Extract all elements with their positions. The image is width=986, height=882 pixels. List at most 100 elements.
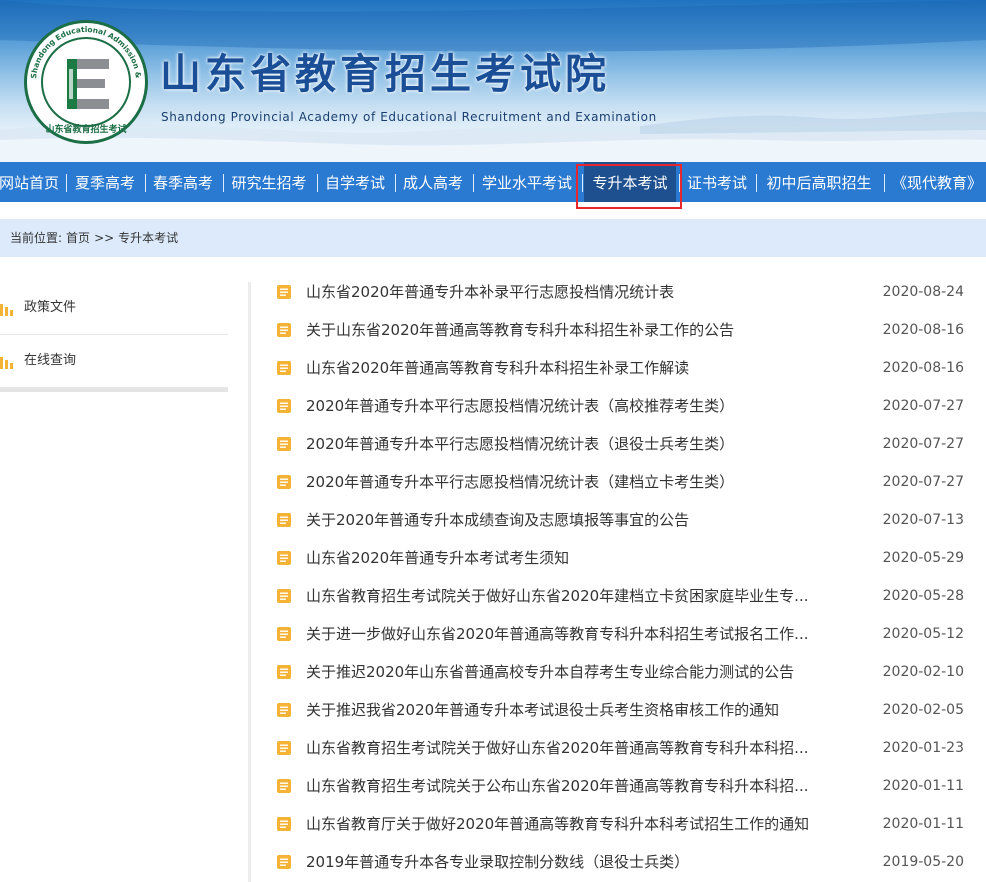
document-icon <box>277 437 291 451</box>
list-item[interactable]: 2019年普通专升本各专业录取控制分数线（退役士兵类） 2019-05-20 <box>276 843 966 881</box>
document-icon <box>277 285 291 299</box>
header-banner: Shandong Educational Admission & Examina… <box>0 0 986 162</box>
sidebar: 政策文件 在线查询 <box>0 282 228 392</box>
svg-text:山东省教育招生考试: 山东省教育招生考试 <box>45 123 126 135</box>
article-date: 2020-05-28 <box>882 588 964 604</box>
list-item[interactable]: 山东省教育招生考试院关于做好山东省2020年普通高等教育专科升本科招... 20… <box>276 729 966 767</box>
document-icon <box>277 361 291 375</box>
list-item[interactable]: 2020年普通专升本平行志愿投档情况统计表（建档立卡考生类） 2020-07-2… <box>276 463 966 501</box>
article-title[interactable]: 关于进一步做好山东省2020年普通高等教育专科升本科招生考试报名工作... <box>306 615 846 653</box>
article-date: 2020-01-11 <box>882 778 964 794</box>
article-date: 2020-02-10 <box>882 664 964 680</box>
list-item[interactable]: 山东省2020年普通专升本考试考生须知 2020-05-29 <box>276 539 966 577</box>
list-item[interactable]: 山东省教育招生考试院关于公布山东省2020年普通高等教育专科升本科招... 20… <box>276 767 966 805</box>
article-title[interactable]: 山东省教育招生考试院关于做好山东省2020年普通高等教育专科升本科招... <box>306 729 846 767</box>
list-item[interactable]: 关于2020年普通专升本成绩查询及志愿填报等事宜的公告 2020-07-13 <box>276 501 966 539</box>
sidebar-item-label: 在线查询 <box>24 353 77 368</box>
nav-graduate-exam[interactable]: 研究生招考 <box>226 162 312 202</box>
nav-separator <box>756 174 757 192</box>
site-title: 山东省教育招生考试院 <box>160 50 610 98</box>
breadcrumb: 当前位置: 首页 >> 专升本考试 <box>10 219 182 257</box>
document-icon <box>277 703 291 717</box>
list-item[interactable]: 关于推迟2020年山东省普通高校专升本自荐考生专业综合能力测试的公告 2020-… <box>276 653 966 691</box>
nav-separator <box>884 174 885 192</box>
list-item[interactable]: 山东省教育厅关于做好2020年普通高等教育专科升本科考试招生工作的通知 2020… <box>276 805 966 843</box>
nav-separator <box>317 174 318 192</box>
bar-chart-icon <box>0 304 13 316</box>
nav-academic-level-exam[interactable]: 学业水平考试 <box>476 162 578 202</box>
article-title[interactable]: 山东省教育厅关于做好2020年普通高等教育专科升本科考试招生工作的通知 <box>306 805 846 843</box>
nav-separator <box>582 174 583 192</box>
document-icon <box>277 589 291 603</box>
list-item[interactable]: 关于推迟我省2020年普通专升本考试退役士兵考生资格审核工作的通知 2020-0… <box>276 691 966 729</box>
svg-text:Shandong Educational Admission: Shandong Educational Admission & Examina… <box>24 20 143 81</box>
main-nav: 网站首页 夏季高考 春季高考 研究生招考 自学考试 成人高考 学业水平考试 专升… <box>0 162 986 202</box>
list-item[interactable]: 山东省2020年普通高等教育专科升本科招生补录工作解读 2020-08-16 <box>276 349 966 387</box>
article-date: 2019-05-20 <box>882 854 964 870</box>
list-item[interactable]: 2020年普通专升本平行志愿投档情况统计表（高校推荐考生类） 2020-07-2… <box>276 387 966 425</box>
article-title[interactable]: 关于推迟我省2020年普通专升本考试退役士兵考生资格审核工作的通知 <box>306 691 846 729</box>
nav-separator <box>679 174 680 192</box>
document-icon <box>277 779 291 793</box>
article-title[interactable]: 关于推迟2020年山东省普通高校专升本自荐考生专业综合能力测试的公告 <box>306 653 846 691</box>
breadcrumb-home-link[interactable]: 首页 <box>66 231 90 245</box>
nav-spring-gaokao[interactable]: 春季高考 <box>148 162 218 202</box>
article-date: 2020-07-27 <box>882 398 964 414</box>
nav-summer-gaokao[interactable]: 夏季高考 <box>70 162 140 202</box>
nav-modern-education[interactable]: 《现代教育》 <box>888 162 986 202</box>
nav-vocational-enrollment[interactable]: 初中后高职招生 <box>759 162 879 202</box>
list-item[interactable]: 2020年普通专升本平行志愿投档情况统计表（退役士兵考生类） 2020-07-2… <box>276 425 966 463</box>
nav-self-study-exam[interactable]: 自学考试 <box>320 162 390 202</box>
sidebar-item-online-query[interactable]: 在线查询 <box>0 335 228 388</box>
article-title[interactable]: 关于山东省2020年普通高等教育专科升本科招生补录工作的公告 <box>306 311 846 349</box>
content-divider <box>248 282 251 882</box>
nav-separator <box>223 174 224 192</box>
article-date: 2020-02-05 <box>882 702 964 718</box>
article-title[interactable]: 山东省教育招生考试院关于做好山东省2020年建档立卡贫困家庭毕业生专... <box>306 577 846 615</box>
document-icon <box>277 817 291 831</box>
document-icon <box>277 475 291 489</box>
document-icon <box>277 627 291 641</box>
list-item[interactable]: 山东省教育招生考试院关于做好山东省2020年建档立卡贫困家庭毕业生专... 20… <box>276 577 966 615</box>
article-date: 2020-01-11 <box>882 816 964 832</box>
article-date: 2020-07-27 <box>882 436 964 452</box>
article-date: 2020-07-27 <box>882 474 964 490</box>
list-item[interactable]: 关于进一步做好山东省2020年普通高等教育专科升本科招生考试报名工作... 20… <box>276 615 966 653</box>
article-date: 2020-08-16 <box>882 360 964 376</box>
document-icon <box>277 399 291 413</box>
article-title[interactable]: 2020年普通专升本平行志愿投档情况统计表（建档立卡考生类） <box>306 463 846 501</box>
sidebar-item-label: 政策文件 <box>24 300 77 315</box>
breadcrumb-bar: 当前位置: 首页 >> 专升本考试 <box>0 219 986 257</box>
nav-certificate-exam[interactable]: 证书考试 <box>682 162 752 202</box>
article-date: 2020-01-23 <box>882 740 964 756</box>
nav-adult-gaokao[interactable]: 成人高考 <box>398 162 468 202</box>
article-title[interactable]: 山东省2020年普通高等教育专科升本科招生补录工作解读 <box>306 349 846 387</box>
breadcrumb-prefix: 当前位置: <box>10 231 63 245</box>
document-icon <box>277 551 291 565</box>
article-date: 2020-08-16 <box>882 322 964 338</box>
document-icon <box>277 513 291 527</box>
article-date: 2020-05-12 <box>882 626 964 642</box>
article-title[interactable]: 山东省2020年普通专升本补录平行志愿投档情况统计表 <box>306 273 846 311</box>
sidebar-item-policy-documents[interactable]: 政策文件 <box>0 282 228 335</box>
nav-separator <box>145 174 146 192</box>
document-icon <box>277 665 291 679</box>
document-icon <box>277 855 291 869</box>
bar-chart-icon <box>0 357 13 369</box>
nav-home[interactable]: 网站首页 <box>0 162 60 202</box>
article-title[interactable]: 山东省2020年普通专升本考试考生须知 <box>306 539 846 577</box>
article-title[interactable]: 关于2020年普通专升本成绩查询及志愿填报等事宜的公告 <box>306 501 846 539</box>
list-item[interactable]: 关于山东省2020年普通高等教育专科升本科招生补录工作的公告 2020-08-1… <box>276 311 966 349</box>
article-list: 山东省2020年普通专升本补录平行志愿投档情况统计表 2020-08-24 关于… <box>276 273 966 881</box>
article-title[interactable]: 2019年普通专升本各专业录取控制分数线（退役士兵类） <box>306 843 846 881</box>
document-icon <box>277 741 291 755</box>
sidebar-bottom-divider <box>0 388 228 392</box>
breadcrumb-current[interactable]: 专升本考试 <box>118 231 178 245</box>
nav-upgrade-exam[interactable]: 专升本考试 <box>584 162 676 202</box>
article-title[interactable]: 2020年普通专升本平行志愿投档情况统计表（高校推荐考生类） <box>306 387 846 425</box>
article-date: 2020-05-29 <box>882 550 964 566</box>
article-title[interactable]: 山东省教育招生考试院关于公布山东省2020年普通高等教育专科升本科招... <box>306 767 846 805</box>
list-item[interactable]: 山东省2020年普通专升本补录平行志愿投档情况统计表 2020-08-24 <box>276 273 966 311</box>
document-icon <box>277 323 291 337</box>
article-title[interactable]: 2020年普通专升本平行志愿投档情况统计表（退役士兵考生类） <box>306 425 846 463</box>
